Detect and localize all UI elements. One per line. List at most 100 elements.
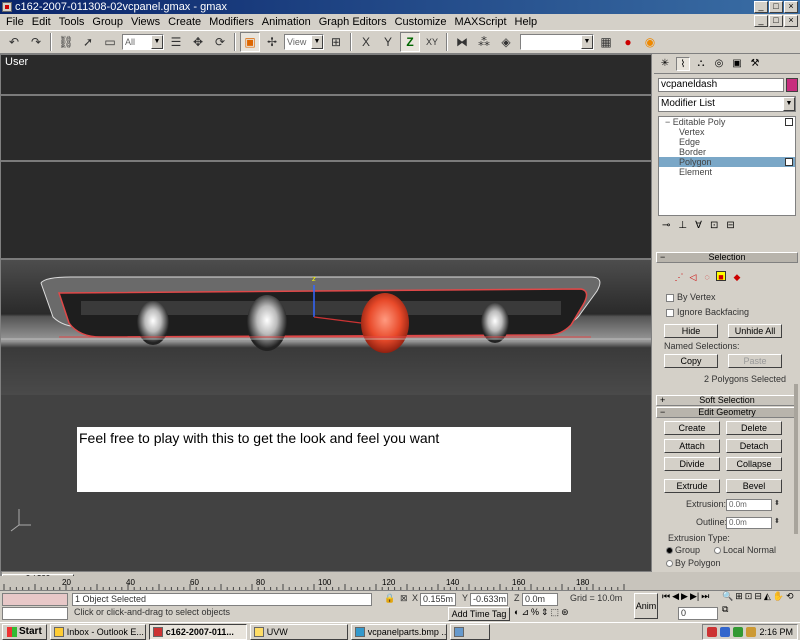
- unhide-all-button[interactable]: Unhide All: [728, 324, 782, 338]
- menu-views[interactable]: Views: [127, 16, 164, 28]
- render-icon[interactable]: ◉: [640, 32, 660, 52]
- curve-editor-icon[interactable]: ▦: [596, 32, 616, 52]
- collapse-button[interactable]: Collapse: [726, 457, 782, 471]
- maxscript-listener-mini[interactable]: [2, 593, 68, 606]
- pan-icon[interactable]: ✋: [773, 591, 784, 602]
- tray-app-icon[interactable]: [707, 627, 718, 637]
- extrude-button[interactable]: Extrude: [664, 479, 720, 493]
- stack-item-polygon[interactable]: Polygon: [659, 157, 795, 167]
- make-unique-icon[interactable]: ∀: [695, 220, 702, 236]
- undo-icon[interactable]: ↶: [4, 32, 24, 52]
- chevron-down-icon[interactable]: ▼: [311, 35, 323, 49]
- lock-selection-icon[interactable]: 🔒: [382, 593, 394, 606]
- delete-button[interactable]: Delete: [726, 421, 782, 435]
- task-gmax[interactable]: c162-2007-011...: [148, 623, 247, 640]
- select-object-icon[interactable]: ➚: [78, 32, 98, 52]
- create-tab-icon[interactable]: ✳: [658, 57, 672, 71]
- tray-security-icon[interactable]: [733, 627, 744, 637]
- stack-toggle-icon[interactable]: [785, 158, 793, 166]
- border-level-icon[interactable]: ◌: [702, 272, 712, 282]
- viewport-label[interactable]: User: [5, 56, 28, 68]
- align-icon[interactable]: ◈: [496, 32, 516, 52]
- chevron-down-icon[interactable]: ▼: [581, 35, 593, 49]
- object-name-input[interactable]: vcpaneldash: [658, 78, 784, 92]
- minimize-button[interactable]: _: [754, 1, 768, 13]
- radio-dot[interactable]: [666, 547, 673, 555]
- attach-button[interactable]: Attach: [664, 439, 720, 453]
- close-button[interactable]: ×: [784, 1, 798, 13]
- collapse-icon[interactable]: −: [660, 253, 665, 262]
- utilities-tab-icon[interactable]: ⚒: [748, 57, 762, 71]
- snap-icon[interactable]: ✢: [262, 32, 282, 52]
- array-icon[interactable]: ⁂: [474, 32, 494, 52]
- checkbox-box[interactable]: [666, 308, 674, 317]
- menu-graph-editors[interactable]: Graph Editors: [315, 16, 391, 28]
- stack-item-edge[interactable]: Edge: [659, 137, 795, 147]
- start-button[interactable]: Start: [2, 623, 47, 640]
- menu-edit[interactable]: Edit: [28, 16, 55, 28]
- fov-icon[interactable]: ◭: [764, 591, 771, 602]
- maximize-viewport-icon[interactable]: ⧉: [722, 604, 728, 615]
- hierarchy-tab-icon[interactable]: ⛬: [694, 57, 708, 71]
- modify-tab-icon[interactable]: ⌇: [676, 56, 690, 71]
- configure-modifier-icon[interactable]: ⊟: [726, 220, 734, 236]
- arc-rotate-icon[interactable]: ⟲: [786, 591, 794, 602]
- zoom-extents-all-icon[interactable]: ⊟: [754, 591, 762, 602]
- zoom-all-icon[interactable]: ⊞: [735, 591, 743, 602]
- task-extra[interactable]: [449, 623, 490, 640]
- maximize-button[interactable]: □: [769, 1, 783, 13]
- radio-dot[interactable]: [714, 547, 721, 555]
- track-bar[interactable]: 20 40 60 80 100 120 140 160 180: [0, 576, 630, 590]
- gmax-app-icon[interactable]: [2, 2, 12, 12]
- rect-selection-icon[interactable]: ▭: [100, 32, 120, 52]
- menu-file[interactable]: File: [2, 16, 28, 28]
- group-radio[interactable]: Group: [666, 545, 700, 555]
- spinner-snap-icon[interactable]: ⇕: [541, 607, 549, 618]
- move-icon[interactable]: ✥: [188, 32, 208, 52]
- edge-level-icon[interactable]: ◁: [688, 272, 698, 282]
- prev-frame-icon[interactable]: ◀: [672, 591, 679, 602]
- checkbox-box[interactable]: [666, 293, 674, 302]
- display-tab-icon[interactable]: ▣: [730, 57, 744, 71]
- play-icon[interactable]: ▶: [681, 591, 688, 602]
- mirror-icon[interactable]: ⧓: [452, 32, 472, 52]
- selection-filter-combo[interactable]: All ▼: [122, 34, 164, 50]
- menu-maxscript[interactable]: MAXScript: [451, 16, 511, 28]
- add-time-tag-button[interactable]: Add Time Tag: [448, 607, 510, 621]
- remove-modifier-icon[interactable]: ⊡: [710, 220, 718, 236]
- stack-item-element[interactable]: Element: [659, 167, 795, 177]
- menu-customize[interactable]: Customize: [391, 16, 451, 28]
- command-panel-scrollbar[interactable]: [794, 384, 798, 534]
- select-by-name-icon[interactable]: ☰: [166, 32, 186, 52]
- chevron-down-icon[interactable]: ▼: [783, 97, 795, 111]
- radio-dot[interactable]: [666, 560, 673, 568]
- absolute-mode-icon[interactable]: ⊠: [398, 593, 410, 606]
- stack-item-border[interactable]: Border: [659, 147, 795, 157]
- selection-rollout-title[interactable]: − Selection: [656, 252, 798, 263]
- axis-xy-button[interactable]: XY: [422, 32, 442, 52]
- spinner-arrows-icon[interactable]: ⬍: [774, 517, 780, 525]
- stack-item-editable-poly[interactable]: − Editable Poly: [659, 117, 795, 127]
- menu-help[interactable]: Help: [511, 16, 542, 28]
- x-coord-field[interactable]: 0.155m: [420, 593, 456, 606]
- tray-volume-icon[interactable]: [746, 627, 757, 637]
- pin-stack-icon[interactable]: ⊸: [662, 220, 670, 236]
- current-frame-field[interactable]: 0: [678, 607, 718, 620]
- axis-x-button[interactable]: X: [356, 32, 376, 52]
- y-coord-field[interactable]: -0.633m: [470, 593, 508, 606]
- menu-create[interactable]: Create: [164, 16, 205, 28]
- snap-toggle-icon[interactable]: ◐: [514, 607, 519, 618]
- collapse-icon[interactable]: −: [660, 408, 665, 417]
- angle-snap-icon[interactable]: ⊿: [521, 607, 529, 618]
- axis-y-button[interactable]: Y: [378, 32, 398, 52]
- doc-restore-button[interactable]: □: [769, 15, 783, 27]
- hide-button[interactable]: Hide: [664, 324, 718, 338]
- task-outlook[interactable]: Inbox - Outlook E...: [49, 623, 146, 640]
- ignore-backfacing-checkbox[interactable]: Ignore Backfacing: [666, 307, 749, 317]
- user-viewport[interactable]: User z Feel free to play with this to ge…: [0, 54, 652, 572]
- local-normal-radio[interactable]: Local Normal: [714, 545, 776, 555]
- stack-toggle-icon[interactable]: [785, 118, 793, 126]
- edit-geometry-rollout-title[interactable]: − Edit Geometry: [656, 407, 798, 418]
- z-coord-field[interactable]: 0.0m: [522, 593, 558, 606]
- modifier-list-dropdown[interactable]: Modifier List ▼: [658, 96, 796, 112]
